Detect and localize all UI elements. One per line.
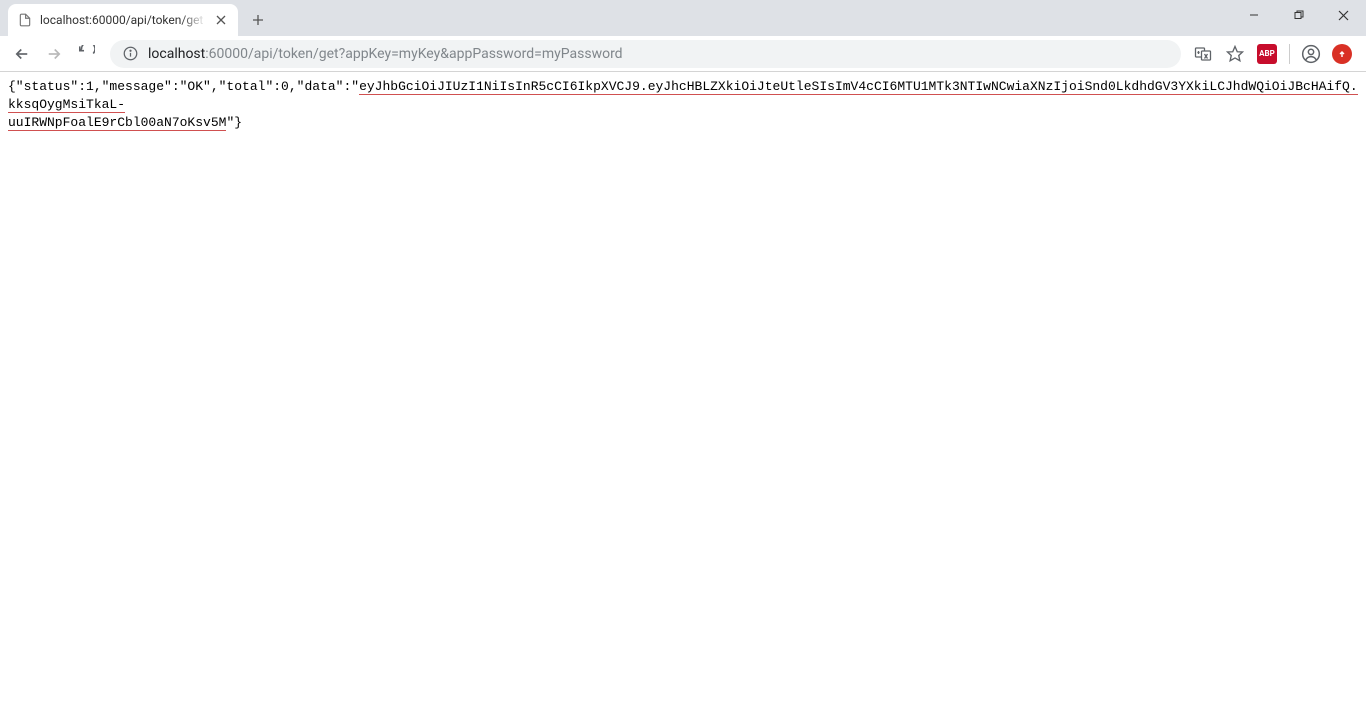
extension-red-icon[interactable] [1330, 42, 1354, 66]
translate-icon[interactable] [1191, 42, 1215, 66]
address-bar[interactable]: localhost:60000/api/token/get?appKey=myK… [110, 40, 1181, 68]
json-response-prefix: {"status":1,"message":"OK","total":0,"da… [8, 79, 359, 94]
page-content: {"status":1,"message":"OK","total":0,"da… [0, 72, 1366, 139]
url-path: :60000/api/token/get?appKey=myKey&appPas… [205, 46, 622, 62]
bookmark-star-icon[interactable] [1223, 42, 1247, 66]
url-text: localhost:60000/api/token/get?appKey=myK… [148, 46, 623, 62]
forward-button[interactable] [40, 40, 68, 68]
toolbar-separator [1289, 44, 1290, 64]
page-file-icon [18, 13, 32, 27]
json-token-part2: uuIRWNpFoalE9rCbl00aN7oKsv5M [8, 115, 226, 131]
window-maximize-button[interactable] [1276, 0, 1321, 30]
window-minimize-button[interactable] [1231, 0, 1276, 30]
tab-title: localhost:60000/api/token/get [40, 13, 206, 27]
browser-tab[interactable]: localhost:60000/api/token/get [8, 4, 238, 36]
reload-button[interactable] [72, 40, 100, 68]
abp-badge: ABP [1257, 44, 1277, 64]
profile-avatar-icon[interactable] [1300, 43, 1322, 65]
close-tab-icon[interactable] [214, 13, 228, 27]
window-close-button[interactable] [1321, 0, 1366, 30]
back-button[interactable] [8, 40, 36, 68]
site-info-icon[interactable] [122, 46, 138, 62]
json-response-suffix: "} [226, 115, 242, 130]
url-host: localhost [148, 46, 205, 62]
new-tab-button[interactable] [244, 6, 272, 34]
adblock-extension-icon[interactable]: ABP [1255, 42, 1279, 66]
